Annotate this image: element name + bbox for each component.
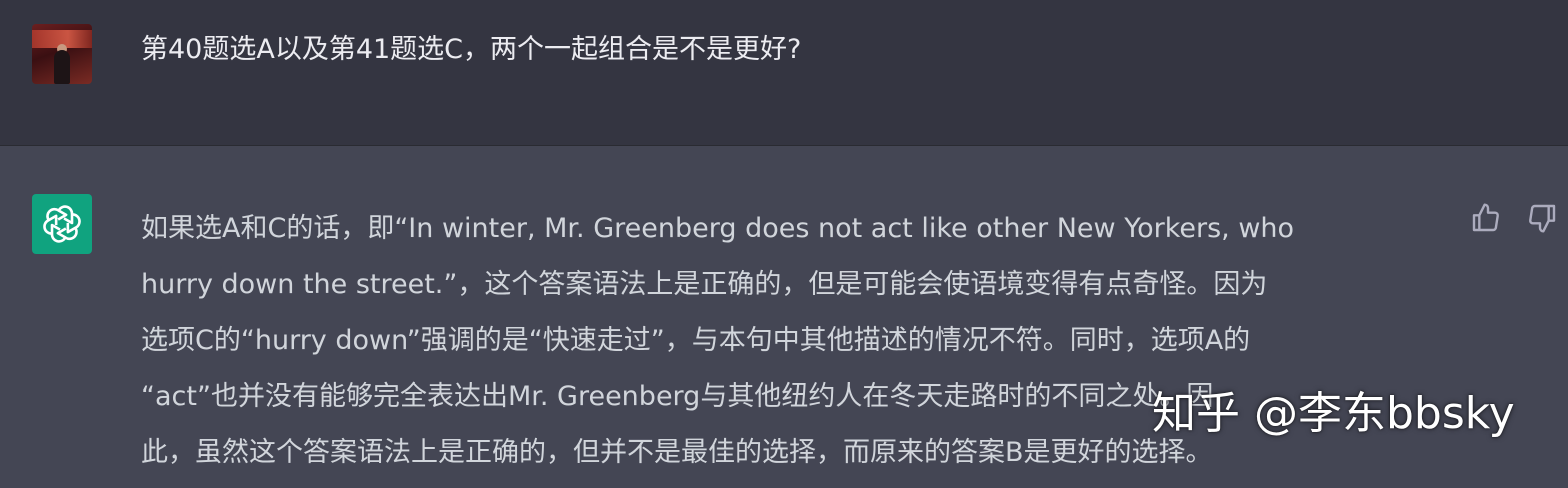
zhihu-watermark: 知乎 @李东bbsky [1152,388,1515,439]
answer-line: 选项C的“hurry down”强调的是“快速走过”，与本句中其他描述的情况不符… [141,325,1251,356]
thumbs-down-button[interactable] [1524,200,1560,236]
avatar-person-body [54,50,70,84]
assistant-message-row: 如果选A和C的话，即“In winter, Mr. Greenberg does… [0,146,1568,488]
openai-logo-icon [32,194,92,254]
answer-line: 如果选A和C的话，即“In winter, Mr. Greenberg does… [141,213,1295,244]
answer-line: hurry down the street.”，这个答案语法上是正确的，但是可能… [141,269,1268,300]
thumbs-up-button[interactable] [1468,200,1504,236]
openai-logo-icon [43,205,81,243]
thumbs-down-icon [1529,204,1556,233]
user-message-row: 第40题选A以及第41题选C，两个一起组合是不是更好? [0,0,1568,146]
user-message-text: 第40题选A以及第41题选C，两个一起组合是不是更好? [141,34,802,65]
user-avatar [32,24,92,84]
thumbs-up-icon [1472,203,1499,232]
